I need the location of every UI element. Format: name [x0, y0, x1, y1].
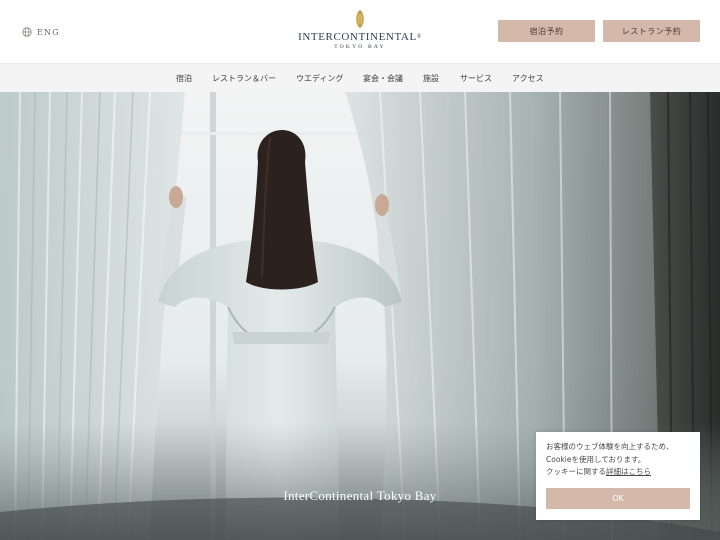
nav-item-banquet-meeting[interactable]: 宴会・会議	[363, 73, 403, 84]
logo-location: TOKYO BAY	[334, 44, 386, 50]
main-navigation: 宿泊 レストラン＆バー ウエディング 宴会・会議 施設 サービス アクセス	[0, 63, 720, 92]
stay-reservation-button[interactable]: 宿泊予約	[498, 20, 595, 42]
nav-item-restaurant-bar[interactable]: レストラン＆バー	[212, 73, 276, 84]
nav-item-stay[interactable]: 宿泊	[176, 73, 192, 84]
hotel-logo[interactable]: INTERCONTINENTAL® TOKYO BAY	[290, 9, 430, 55]
restaurant-reservation-button[interactable]: レストラン予約	[603, 20, 700, 42]
nav-item-access[interactable]: アクセス	[512, 73, 544, 84]
logo-emblem-icon	[356, 10, 364, 28]
cookie-message: お客様のウェブ体験を向上するため、 Cookieを使用しております。 クッキーに…	[546, 441, 696, 479]
cookie-consent-banner: お客様のウェブ体験を向上するため、 Cookieを使用しております。 クッキーに…	[536, 432, 700, 520]
cookie-message-line-3: クッキーに関する詳細はこちら	[546, 467, 651, 476]
cookie-details-link[interactable]: 詳細はこちら	[606, 467, 651, 476]
nav-item-facilities[interactable]: 施設	[423, 73, 439, 84]
cookie-message-line-2: Cookieを使用しております。	[546, 454, 646, 464]
nav-item-services[interactable]: サービス	[460, 73, 492, 84]
globe-icon	[22, 27, 32, 37]
language-switcher[interactable]: ENG	[22, 25, 60, 39]
nav-item-wedding[interactable]: ウエディング	[296, 73, 343, 84]
site-header: ENG INTERCONTINENTAL® TOKYO BAY 宿泊予約 レスト…	[0, 0, 720, 63]
language-label: ENG	[37, 27, 60, 37]
logo-wordmark: INTERCONTINENTAL®	[298, 31, 422, 43]
cookie-message-line-1: お客様のウェブ体験を向上するため、	[546, 442, 674, 451]
cookie-ok-button[interactable]: OK	[546, 488, 690, 509]
